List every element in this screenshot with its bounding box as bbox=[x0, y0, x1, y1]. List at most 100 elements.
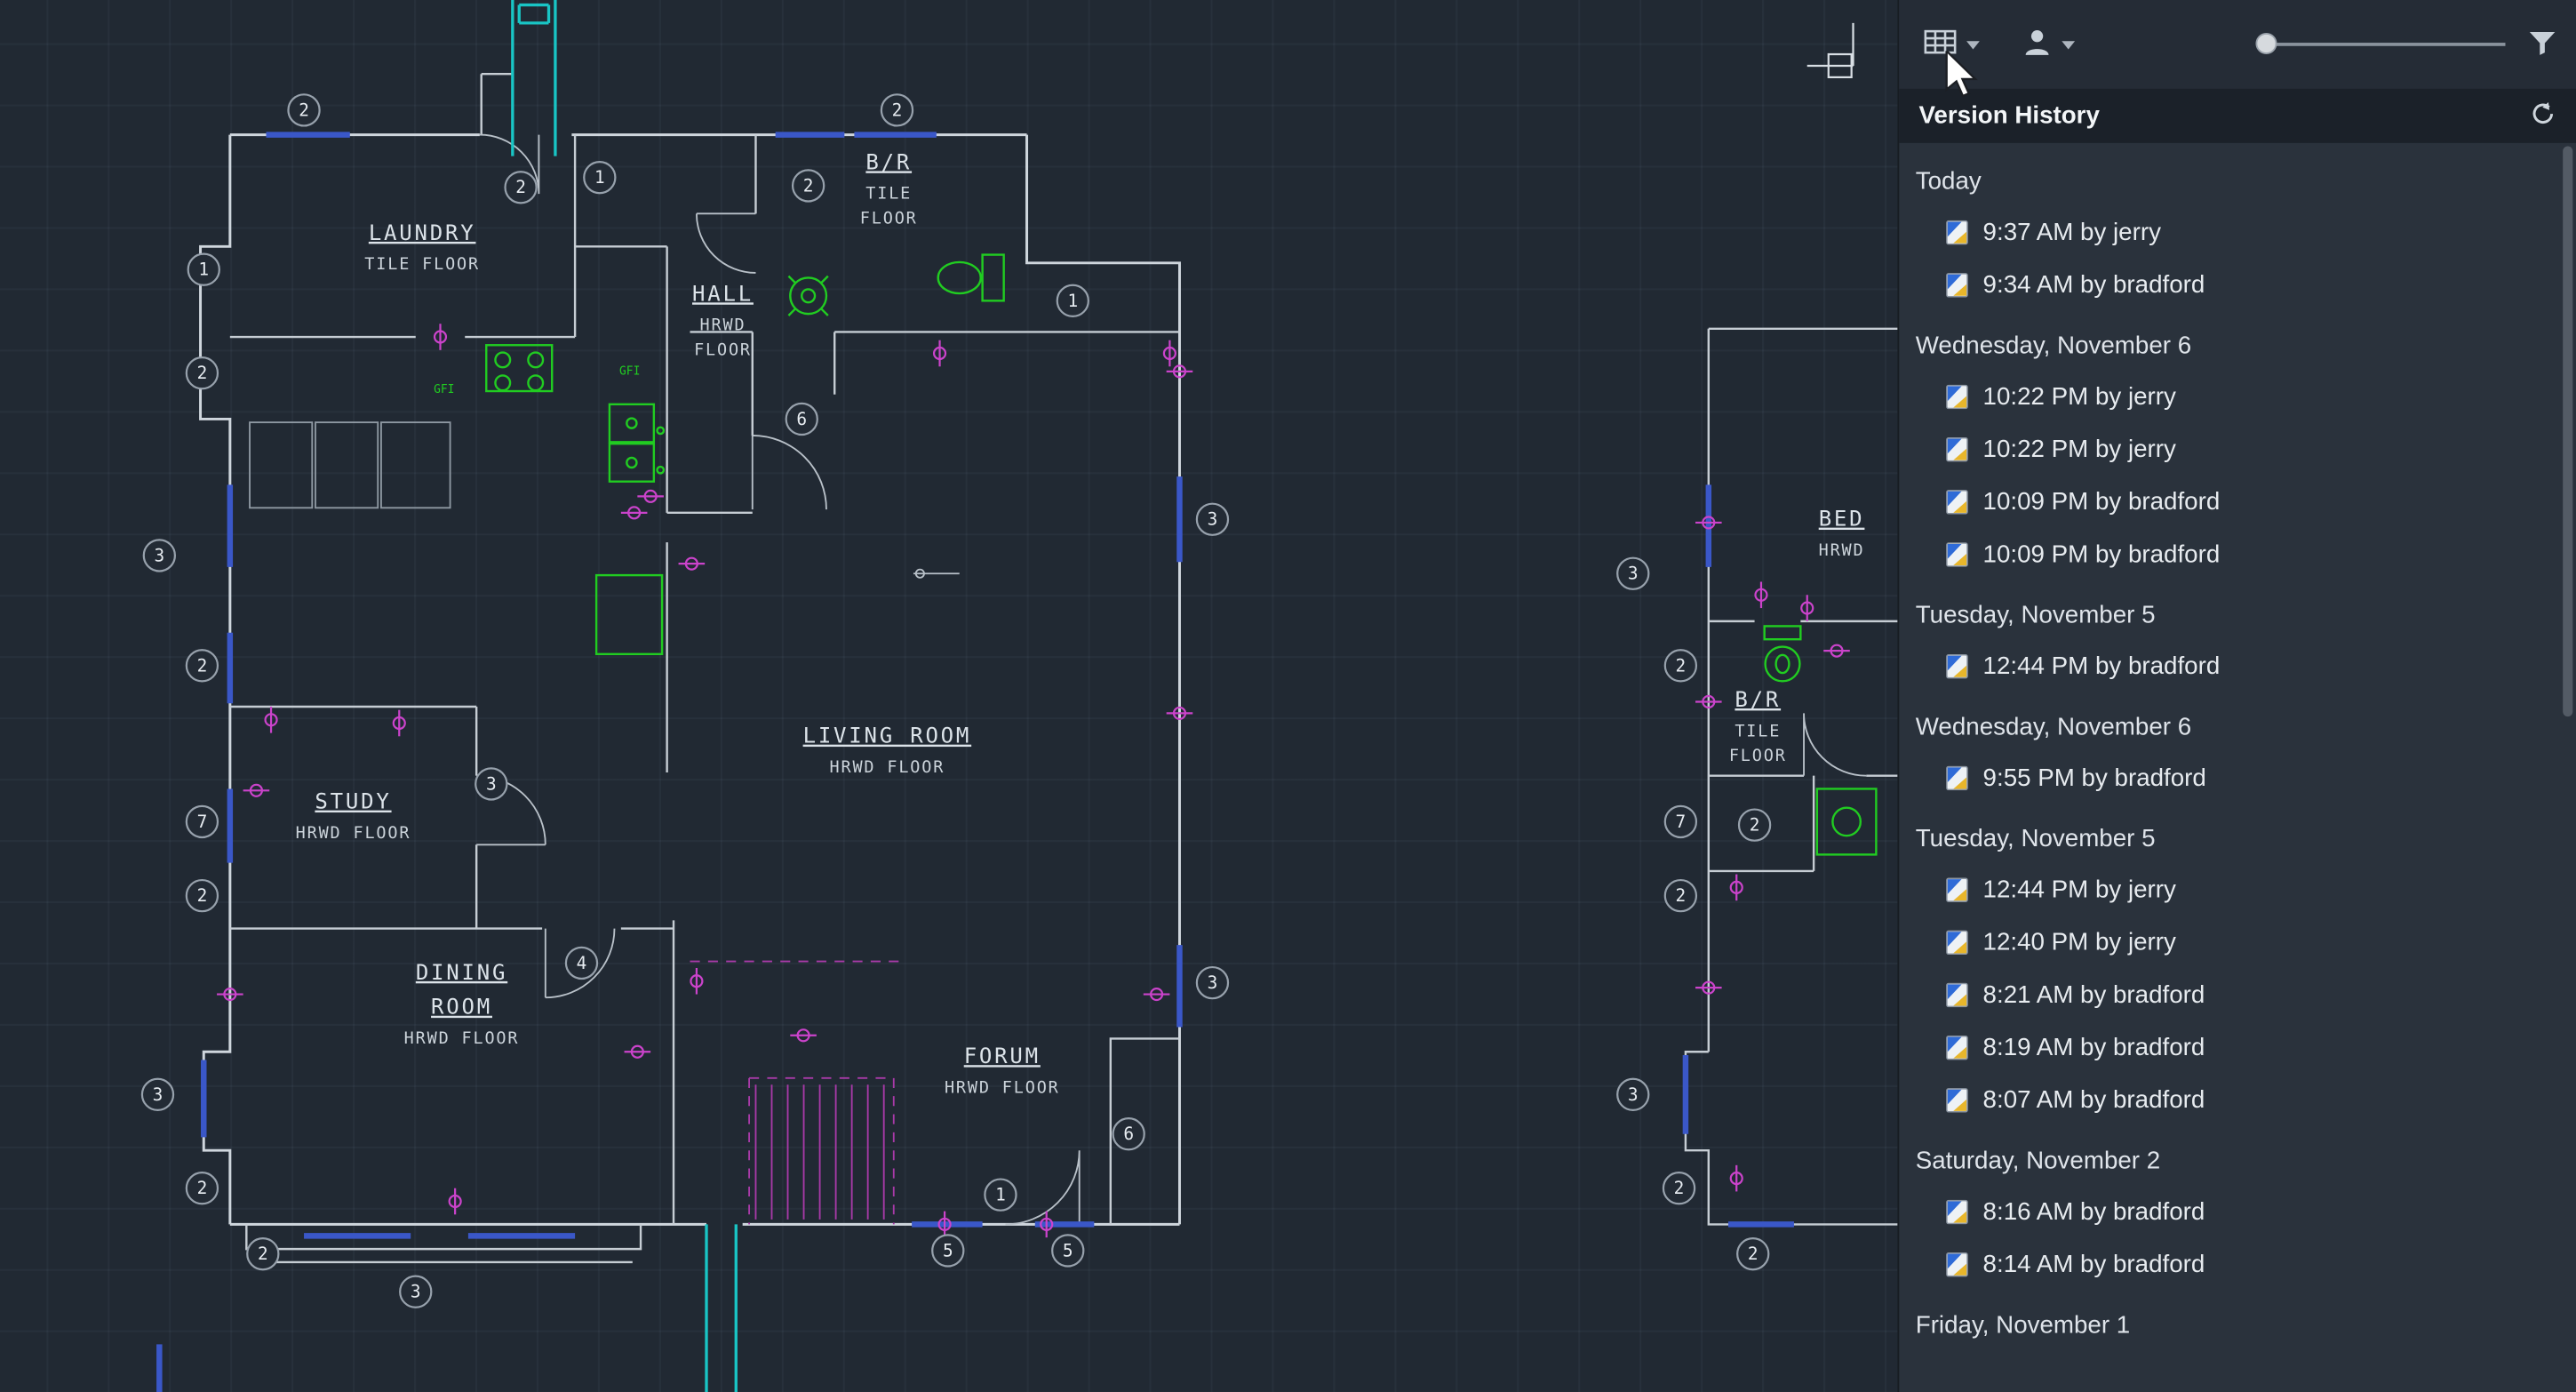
svg-text:DINING: DINING bbox=[416, 960, 507, 985]
dwg-file-icon bbox=[1945, 541, 1970, 566]
version-item[interactable]: 10:09 PM by bradford bbox=[1899, 527, 2576, 580]
named-views-button[interactable] bbox=[1916, 20, 1988, 68]
svg-text:2: 2 bbox=[1676, 885, 1687, 906]
version-item[interactable]: 8:16 AM by bradford bbox=[1899, 1185, 2576, 1237]
version-item-label: 12:40 PM by jerry bbox=[1982, 927, 2176, 956]
svg-text:3: 3 bbox=[1208, 509, 1218, 530]
dwg-file-icon bbox=[1945, 1087, 1970, 1112]
version-item[interactable]: 12:44 PM by jerry bbox=[1899, 863, 2576, 916]
dwg-file-icon bbox=[1945, 929, 1970, 955]
svg-text:3: 3 bbox=[1208, 972, 1218, 993]
chevron-down-icon bbox=[2062, 40, 2076, 49]
version-group-header: Saturday, November 2 bbox=[1915, 1146, 2161, 1175]
svg-text:GFI: GFI bbox=[619, 365, 640, 379]
version-item[interactable]: 8:07 AM by bradford bbox=[1899, 1073, 2576, 1125]
version-item[interactable]: 8:21 AM by bradford bbox=[1899, 968, 2576, 1020]
svg-text:ROOM: ROOM bbox=[431, 995, 492, 1020]
version-group-header: Tuesday, November 5 bbox=[1915, 600, 2156, 629]
svg-text:FLOOR: FLOOR bbox=[694, 340, 752, 359]
filter-button[interactable] bbox=[2528, 28, 2556, 60]
svg-text:HRWD FLOOR: HRWD FLOOR bbox=[404, 1029, 520, 1048]
svg-text:2: 2 bbox=[258, 1244, 268, 1264]
version-item[interactable]: 12:44 PM by bradford bbox=[1899, 639, 2576, 692]
panel-title: Version History bbox=[1918, 101, 2100, 131]
dwg-file-icon bbox=[1945, 981, 1970, 1007]
svg-text:2: 2 bbox=[892, 100, 903, 120]
version-item-label: 12:44 PM by jerry bbox=[1982, 875, 2176, 903]
svg-text:3: 3 bbox=[153, 1084, 163, 1105]
dwg-file-icon bbox=[1945, 764, 1970, 790]
version-group-header: Wednesday, November 6 bbox=[1915, 712, 2192, 740]
version-item-label: 10:22 PM by jerry bbox=[1982, 435, 2176, 463]
svg-text:2: 2 bbox=[515, 177, 526, 197]
svg-text:5: 5 bbox=[943, 1240, 953, 1260]
version-list: Today 9:37 AM by jerry 9:34 AM by bradford… bbox=[1899, 143, 2576, 1392]
version-item[interactable]: 9:34 AM by bradford bbox=[1899, 258, 2576, 310]
version-item[interactable]: 10:22 PM by jerry bbox=[1899, 422, 2576, 475]
version-item-label: 12:44 PM by bradford bbox=[1982, 652, 2221, 680]
svg-text:7: 7 bbox=[197, 812, 208, 832]
svg-text:LIVING ROOM: LIVING ROOM bbox=[803, 724, 972, 748]
svg-text:7: 7 bbox=[1676, 812, 1687, 832]
refresh-icon bbox=[2530, 100, 2556, 132]
walls-interior bbox=[229, 72, 1906, 1264]
version-group-header: Tuesday, November 5 bbox=[1915, 824, 2156, 852]
svg-text:3: 3 bbox=[486, 773, 497, 794]
slider-handle[interactable] bbox=[2255, 32, 2277, 55]
version-item[interactable]: 10:09 PM by bradford bbox=[1899, 475, 2576, 527]
scrollbar-thumb[interactable] bbox=[2563, 146, 2573, 716]
door-arcs bbox=[476, 133, 1867, 1226]
chevron-down-icon bbox=[1966, 40, 1980, 49]
version-item-label: 8:21 AM by bradford bbox=[1982, 980, 2205, 1009]
svg-text:2: 2 bbox=[197, 655, 208, 676]
svg-text:2: 2 bbox=[197, 885, 208, 906]
dwg-file-icon bbox=[1945, 876, 1970, 901]
cabinets bbox=[249, 421, 451, 509]
version-item-label: 10:09 PM by bradford bbox=[1982, 487, 2221, 516]
version-item[interactable]: 12:40 PM by jerry bbox=[1899, 916, 2576, 968]
svg-text:B/R: B/R bbox=[865, 149, 912, 174]
svg-text:2: 2 bbox=[197, 1178, 208, 1198]
viewport-corner-icon bbox=[1806, 22, 1854, 79]
svg-text:FORUM: FORUM bbox=[964, 1044, 1041, 1068]
version-item[interactable]: 8:14 AM by bradford bbox=[1899, 1237, 2576, 1290]
svg-text:1: 1 bbox=[1067, 291, 1078, 311]
scrollbar[interactable] bbox=[2561, 146, 2574, 1386]
version-group-header: Today bbox=[1915, 166, 1982, 196]
electrical-outlets bbox=[217, 324, 1850, 1238]
dwg-file-icon bbox=[1945, 220, 1970, 244]
dwg-file-icon bbox=[1945, 1198, 1970, 1224]
svg-text:STUDY: STUDY bbox=[315, 789, 391, 814]
callout-balloons: 2 2 1 2 2 1 2 3 2 6 1 3 3 7 2 4 3 3 2 2 3 5 5 6 1 3 2 7 2 2 3 2 2 bbox=[140, 93, 1772, 1308]
svg-text:3: 3 bbox=[154, 545, 164, 565]
refresh-button[interactable] bbox=[2530, 100, 2556, 132]
version-item-label: 8:16 AM by bradford bbox=[1982, 1196, 2205, 1226]
version-item[interactable]: 8:19 AM by bradford bbox=[1899, 1020, 2576, 1073]
version-group-header: Wednesday, November 6 bbox=[1915, 331, 2192, 359]
svg-text:2: 2 bbox=[1748, 1244, 1759, 1264]
version-item-label: 9:34 AM by bradford bbox=[1982, 270, 2205, 299]
version-item[interactable]: 10:22 PM by jerry bbox=[1899, 370, 2576, 422]
stairs-dashed-outline bbox=[690, 960, 901, 1225]
user-icon bbox=[2022, 26, 2055, 64]
version-group-header: Friday, November 1 bbox=[1915, 1310, 2131, 1339]
svg-text:3: 3 bbox=[1628, 564, 1639, 584]
stairs bbox=[754, 1084, 885, 1220]
svg-text:FLOOR: FLOOR bbox=[1729, 747, 1787, 765]
user-menu-button[interactable] bbox=[2014, 19, 2084, 69]
version-item-label: 8:19 AM by bradford bbox=[1982, 1033, 2205, 1061]
version-item[interactable]: 9:55 PM by bradford bbox=[1899, 751, 2576, 804]
svg-text:2: 2 bbox=[1674, 1178, 1685, 1198]
svg-text:FLOOR: FLOOR bbox=[860, 209, 918, 228]
version-history-header: Version History bbox=[1899, 88, 2576, 143]
version-item[interactable]: 9:37 AM by jerry bbox=[1899, 205, 2576, 258]
version-item-label: 8:14 AM by bradford bbox=[1982, 1250, 2205, 1278]
dwg-file-icon bbox=[1945, 383, 1970, 409]
svg-text:5: 5 bbox=[1063, 1240, 1073, 1260]
dwg-file-icon bbox=[1945, 436, 1970, 461]
history-slider[interactable] bbox=[2255, 28, 2506, 60]
app-root: LAUNDRY TILE FLOOR B/R TILE FLOOR HALL HRWD FLO… bbox=[0, 0, 2576, 1392]
svg-text:2: 2 bbox=[299, 100, 309, 120]
svg-text:6: 6 bbox=[1123, 1124, 1134, 1144]
svg-text:TILE: TILE bbox=[1735, 722, 1781, 740]
